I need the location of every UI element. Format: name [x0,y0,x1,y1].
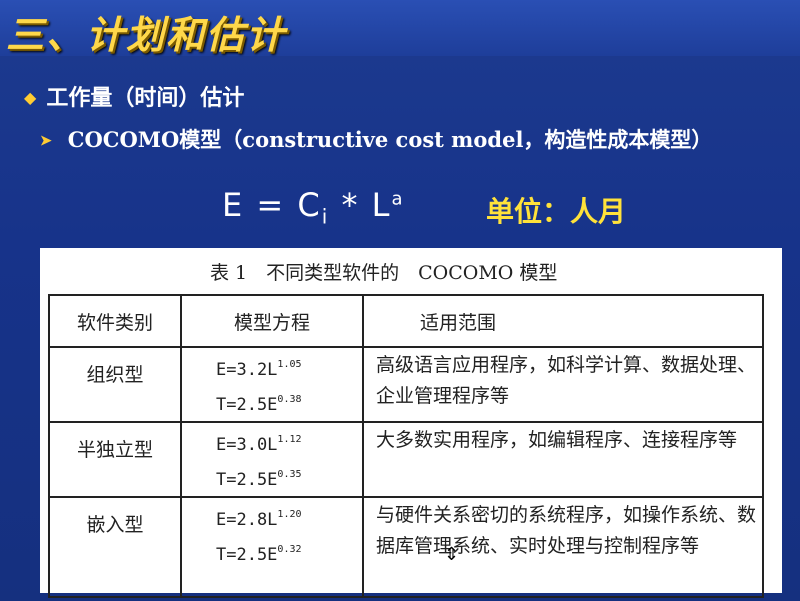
effort-equation: E=3.2L1.05 [216,350,361,385]
formula-part-e: E = C [222,186,322,224]
row-scope: 与硬件关系密切的系统程序，如操作系统、数据库管理系统、实时处理与控制程序等 [362,496,764,598]
bullet-workload: ◆ 工作量（时间）估计 [24,80,244,112]
time-base: T=2.5E [216,395,278,415]
bullet-workload-text: 工作量（时间）估计 [46,86,245,111]
row-category: 嵌入型 [48,496,182,598]
time-base: T=2.5E [216,545,278,565]
time-base: T=2.5E [216,470,278,490]
row-equations: E=2.8L1.20 T=2.5E0.32 [180,496,364,598]
time-exponent: 0.35 [277,469,302,480]
effort-base: E=2.8L [216,510,278,530]
bullet-cocomo: ➤ COCOMO模型（constructive cost model，构造性成本模… [40,124,712,154]
diamond-bullet-icon: ◆ [24,88,37,107]
title-bar: 三、计划和估计 [0,0,800,57]
header-category: 软件类别 [48,294,182,348]
table-row: 组织型 E=3.2L1.05 T=2.5E0.38 高级语言应用程序，如科学计算… [48,346,764,423]
table-row: 半独立型 E=3.0L1.12 T=2.5E0.35 大多数实用程序，如编辑程序… [48,421,764,498]
header-equation: 模型方程 [180,294,364,348]
row-scope: 大多数实用程序，如编辑程序、连接程序等 [362,421,764,498]
table-caption: 表 1 不同类型软件的 COCOMO 模型 [210,262,558,284]
effort-exponent: 1.05 [277,359,302,370]
bullet-cocomo-text: COCOMO模型（constructive cost model，构造性成本模型… [67,127,713,152]
formula-part-l: * L [329,186,392,224]
time-exponent: 0.38 [277,394,302,405]
formula-exponent: a [391,188,405,210]
row-category: 半独立型 [48,421,182,498]
time-equation: T=2.5E0.32 [216,535,361,570]
effort-equation: E=3.0L1.12 [216,425,361,460]
effort-base: E=3.2L [216,360,278,380]
arrow-bullet-icon: ➤ [40,133,52,149]
effort-equation: E=2.8L1.20 [216,500,361,535]
table-header-row: 软件类别 模型方程 适用范围 [48,294,764,348]
row-equations: E=3.0L1.12 T=2.5E0.35 [180,421,364,498]
row-scope: 高级语言应用程序，如科学计算、数据处理、企业管理程序等 [362,346,764,423]
time-equation: T=2.5E0.35 [216,460,361,495]
row-category: 组织型 [48,346,182,423]
header-scope: 适用范围 [362,294,764,348]
resize-cursor-icon: ⇕ [444,544,460,565]
effort-base: E=3.0L [216,435,278,455]
effort-exponent: 1.20 [277,509,302,520]
unit-label: 单位：人月 [486,195,627,228]
table-row: 嵌入型 E=2.8L1.20 T=2.5E0.32 与硬件关系密切的系统程序，如… [48,496,764,598]
effort-exponent: 1.12 [277,434,302,445]
cocomo-table: 软件类别 模型方程 适用范围 组织型 E=3.2L1.05 T=2.5E0.38… [48,294,764,598]
slide-title: 三、计划和估计 [6,13,287,57]
document-image: 表 1 不同类型软件的 COCOMO 模型 软件类别 模型方程 适用范围 组织型… [40,248,782,598]
time-equation: T=2.5E0.38 [216,385,361,420]
effort-formula: E = Ci * La [222,186,404,228]
row-equations: E=3.2L1.05 T=2.5E0.38 [180,346,364,423]
time-exponent: 0.32 [277,544,302,555]
